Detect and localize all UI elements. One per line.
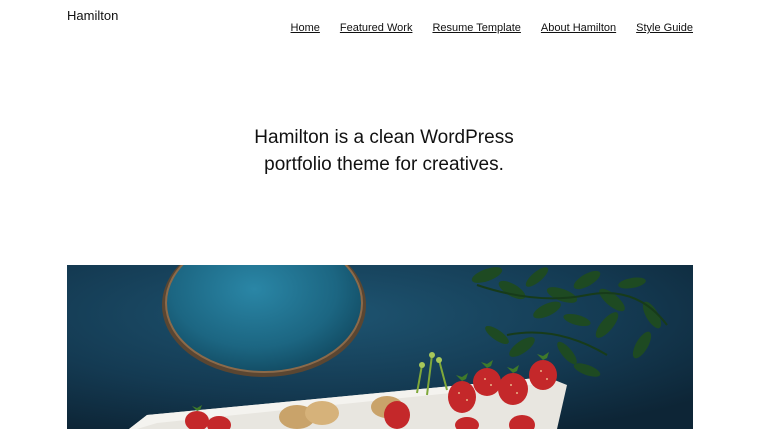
main-navigation: Home Featured Work Resume Template About… [291,22,693,34]
nav-style-guide[interactable]: Style Guide [636,22,693,34]
nav-about-hamilton[interactable]: About Hamilton [541,22,616,34]
hero-section: Hamilton is a clean WordPress portfolio … [0,124,768,178]
hero-tagline: Hamilton is a clean WordPress portfolio … [254,127,514,175]
nav-resume-template[interactable]: Resume Template [432,22,520,34]
nav-featured-work[interactable]: Featured Work [340,22,413,34]
featured-image-illustration [67,265,693,429]
site-title[interactable]: Hamilton [67,8,118,23]
featured-image[interactable] [67,265,693,429]
nav-home[interactable]: Home [291,22,320,34]
